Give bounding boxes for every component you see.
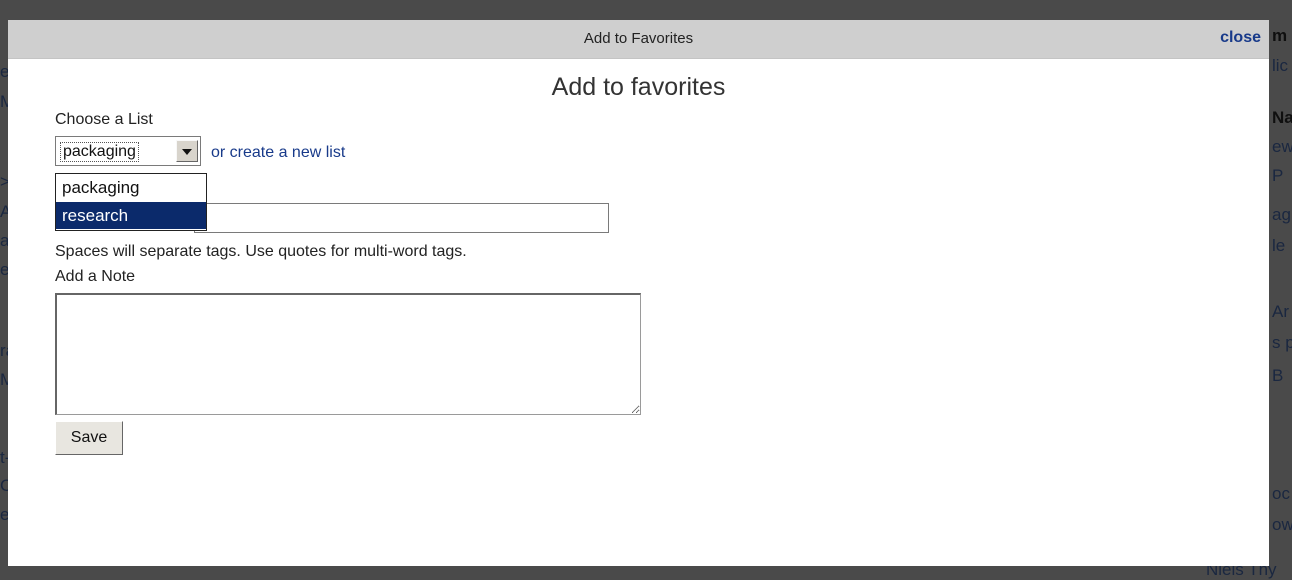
list-option-research[interactable]: research bbox=[56, 202, 206, 229]
page-title: Add to favorites bbox=[551, 73, 726, 101]
bg-fragment: B bbox=[1272, 366, 1284, 385]
list-select-value: packaging bbox=[60, 142, 139, 162]
note-textarea[interactable] bbox=[55, 293, 641, 415]
dialog-titlebar: Add to Favorites close bbox=[8, 20, 1269, 59]
bg-fragment: ow bbox=[1272, 515, 1292, 534]
chevron-down-icon[interactable] bbox=[176, 140, 198, 162]
bg-fragment: ag bbox=[1272, 205, 1291, 224]
list-select[interactable]: packaging bbox=[55, 136, 201, 166]
tags-input[interactable] bbox=[194, 203, 609, 233]
bg-fragment: oc bbox=[1272, 484, 1290, 503]
add-note-label: Add a Note bbox=[55, 268, 136, 285]
save-button[interactable]: Save bbox=[55, 421, 123, 455]
bg-fragment: Ar bbox=[1272, 302, 1289, 321]
dialog-title: Add to Favorites bbox=[583, 30, 694, 47]
bg-fragment: lic bbox=[1272, 56, 1289, 75]
bg-fragment: P bbox=[1272, 166, 1284, 185]
create-new-list-link[interactable]: or create a new list bbox=[211, 144, 345, 162]
bg-fragment: ew bbox=[1272, 137, 1292, 156]
bg-fragment: Na bbox=[1272, 108, 1292, 127]
tags-hint: Spaces will separate tags. Use quotes fo… bbox=[55, 243, 467, 260]
close-button[interactable]: close bbox=[1220, 29, 1261, 47]
add-to-favorites-dialog: Add to Favorites close Add to favorites … bbox=[8, 20, 1269, 566]
choose-list-label: Choose a List bbox=[55, 111, 153, 128]
list-option-packaging[interactable]: packaging bbox=[56, 174, 206, 201]
bg-fragment: le bbox=[1272, 236, 1286, 255]
bg-fragment: s p bbox=[1272, 333, 1292, 352]
list-dropdown: packaging research bbox=[55, 173, 207, 231]
bg-fragment: m bbox=[1272, 26, 1288, 45]
